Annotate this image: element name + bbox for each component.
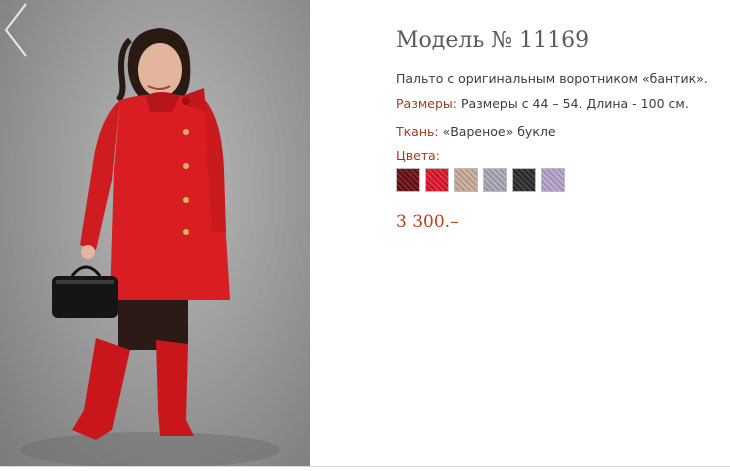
fabric-value: «Вареное» букле	[438, 124, 556, 139]
product-photo	[0, 0, 310, 466]
product-price: 3 300.–	[396, 212, 459, 232]
color-swatch-red[interactable]	[425, 168, 449, 192]
sizes-value: Размеры с 44 – 54. Длина - 100 см.	[456, 96, 689, 111]
chevron-left-icon[interactable]	[0, 0, 30, 60]
color-swatch-dark-red-boucle[interactable]	[396, 168, 420, 192]
colors-label: Цвета:	[396, 148, 440, 163]
sizes-label: Размеры:	[396, 96, 457, 111]
color-swatch-beige-boucle[interactable]	[454, 168, 478, 192]
fabric-row: Ткань: «Вареное» букле	[396, 124, 556, 139]
page-title: Модель № 11169	[396, 28, 590, 53]
product-description: Пальто с оригинальным воротником «бантик…	[396, 71, 708, 86]
model-illustration	[20, 28, 280, 466]
color-swatch-black-boucle[interactable]	[512, 168, 536, 192]
color-swatch-lilac-boucle[interactable]	[541, 168, 565, 192]
sizes-row: Размеры: Размеры с 44 – 54. Длина - 100 …	[396, 96, 689, 111]
fabric-label: Ткань:	[396, 124, 439, 139]
color-swatches	[396, 168, 570, 194]
divider	[0, 466, 730, 471]
color-swatch-light-grey-boucle[interactable]	[483, 168, 507, 192]
